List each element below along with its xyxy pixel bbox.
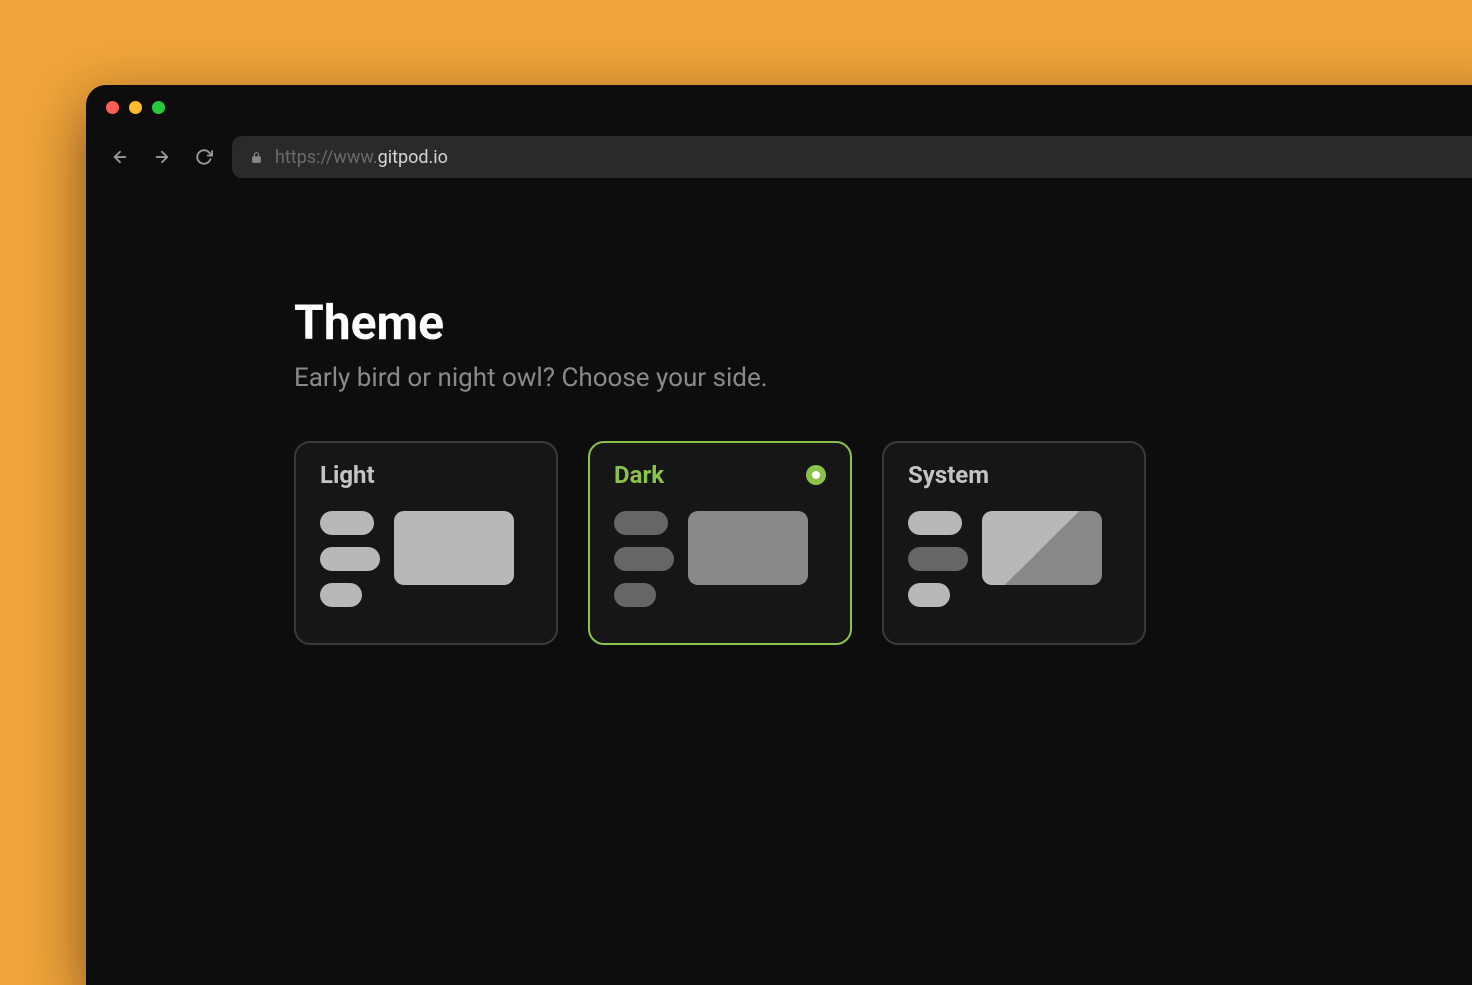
preview-sidebar [320,511,380,607]
theme-card-title: System [908,461,989,489]
preview-main [394,511,514,585]
preview-pill [908,583,950,607]
theme-card-title: Light [320,461,375,489]
browser-window: https://www.gitpod.io Theme Early bird o… [86,85,1472,985]
minimize-window-button[interactable] [129,101,142,114]
page-container: https://www.gitpod.io Theme Early bird o… [0,0,1472,944]
reload-icon [195,148,213,166]
url-domain: gitpod.io [378,147,448,168]
theme-card-header: System [908,461,1120,489]
preview-pill [908,547,968,571]
address-bar[interactable]: https://www.gitpod.io [232,136,1472,178]
back-button[interactable] [106,143,134,171]
preview-sidebar [908,511,968,607]
theme-preview-system [908,511,1120,607]
theme-card-header: Dark [614,461,826,489]
theme-options: Light Dark [294,441,1472,645]
preview-pill [614,511,668,535]
preview-sidebar [614,511,674,607]
preview-main [688,511,808,585]
browser-toolbar: https://www.gitpod.io [86,126,1472,194]
preview-main [982,511,1102,585]
preview-pill [320,511,374,535]
theme-card-header: Light [320,461,532,489]
preview-pill [320,547,380,571]
arrow-left-icon [111,148,129,166]
theme-card-title: Dark [614,461,664,489]
reload-button[interactable] [190,143,218,171]
preview-pill [908,511,962,535]
forward-button[interactable] [148,143,176,171]
url-subdomain: www. [333,147,377,168]
page-title: Theme [294,294,1472,351]
url-protocol: https:// [275,147,333,168]
lock-icon [250,150,263,165]
preview-pill [614,583,656,607]
preview-pill [614,547,674,571]
selected-indicator-icon [806,465,826,485]
preview-pill [320,583,362,607]
page-subtitle: Early bird or night owl? Choose your sid… [294,363,1472,393]
window-controls [86,85,1472,126]
page-content: Theme Early bird or night owl? Choose yo… [86,194,1472,645]
close-window-button[interactable] [106,101,119,114]
theme-option-light[interactable]: Light [294,441,558,645]
url-text: https://www.gitpod.io [275,147,448,168]
theme-preview-light [320,511,532,607]
maximize-window-button[interactable] [152,101,165,114]
theme-option-system[interactable]: System [882,441,1146,645]
theme-option-dark[interactable]: Dark [588,441,852,645]
arrow-right-icon [153,148,171,166]
theme-preview-dark [614,511,826,607]
